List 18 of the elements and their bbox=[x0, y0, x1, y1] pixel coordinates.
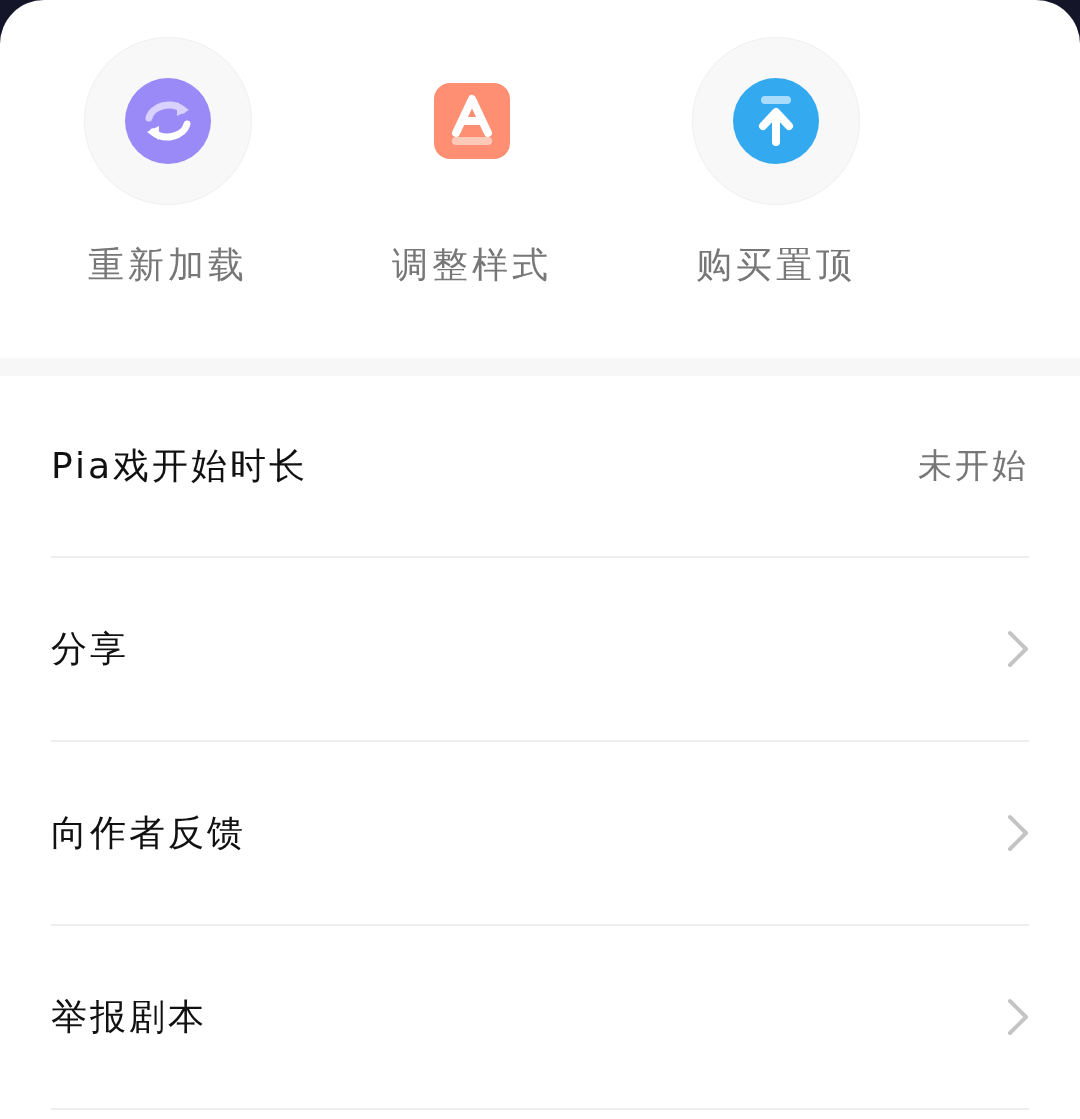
chevron-right-icon bbox=[1007, 814, 1029, 852]
menu-row[interactable]: Pia戏开始时长 未开始 bbox=[51, 376, 1029, 558]
row-value: 未开始 bbox=[918, 444, 1029, 487]
menu-row[interactable]: 举报剧本 bbox=[51, 926, 1029, 1110]
row-label: 分享 bbox=[51, 626, 129, 671]
menu-row[interactable]: 分享 bbox=[51, 558, 1029, 742]
row-label: 举报剧本 bbox=[51, 994, 207, 1039]
chevron-right-icon bbox=[1007, 998, 1029, 1036]
menu-row[interactable]: 向作者反馈 bbox=[51, 742, 1029, 926]
row-label: Pia戏开始时长 bbox=[51, 443, 308, 488]
action-label: 重新加载 bbox=[88, 243, 248, 287]
font-style-icon bbox=[434, 83, 510, 159]
row-label: 向作者反馈 bbox=[51, 810, 246, 855]
pin-to-top-icon bbox=[733, 78, 819, 164]
chevron-right-icon bbox=[1007, 630, 1029, 668]
action-label: 调整样式 bbox=[392, 243, 552, 287]
refresh-icon bbox=[125, 78, 211, 164]
action-label: 购买置顶 bbox=[696, 243, 856, 287]
